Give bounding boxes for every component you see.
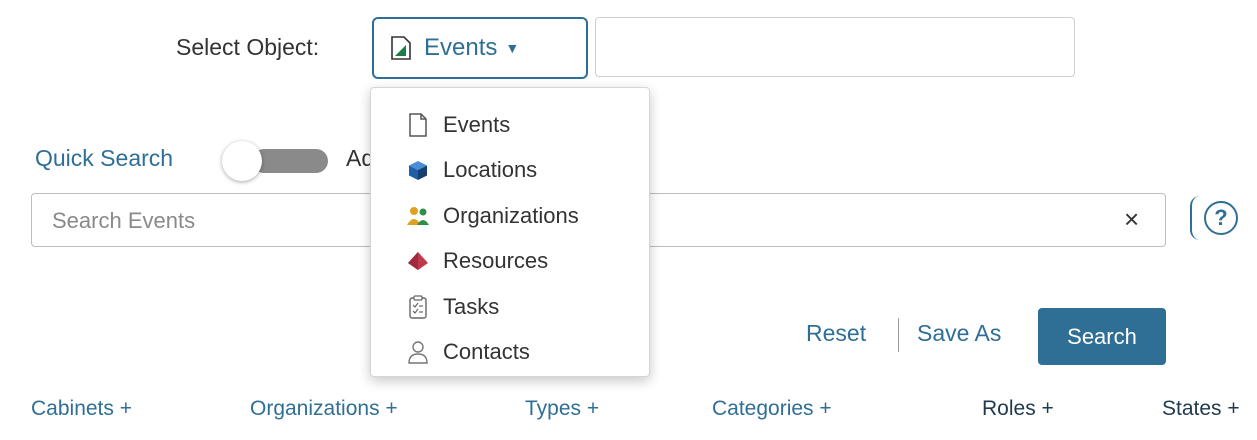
menu-item-label: Contacts (443, 339, 530, 365)
reset-link[interactable]: Reset (806, 320, 866, 347)
menu-item-organizations[interactable]: Organizations (371, 193, 649, 239)
toggle-knob (222, 141, 262, 181)
document-icon (391, 36, 411, 60)
toggle-track (252, 149, 328, 173)
filter-states[interactable]: States + (1162, 397, 1240, 421)
clipboard-icon (405, 294, 431, 320)
save-as-link[interactable]: Save As (917, 320, 1001, 347)
menu-item-resources[interactable]: Resources (371, 239, 649, 285)
filter-roles[interactable]: Roles + (982, 397, 1054, 421)
clear-search-icon[interactable]: × (1124, 204, 1139, 235)
menu-item-label: Locations (443, 157, 538, 183)
chevron-down-icon: ▼ (505, 40, 520, 56)
menu-item-label: Events (443, 111, 511, 137)
menu-item-label: Tasks (443, 293, 500, 319)
filter-categories[interactable]: Categories + (712, 397, 832, 421)
menu-item-locations[interactable]: Locations (371, 148, 649, 194)
menu-item-tasks[interactable]: Tasks (371, 284, 649, 330)
menu-item-label: Resources (443, 248, 549, 274)
object-type-menu: Events Locations Organizations Resources… (370, 87, 650, 377)
select-object-label: Select Object: (176, 34, 320, 60)
menu-item-label: Organizations (443, 202, 579, 228)
document-icon (405, 112, 431, 138)
selected-object-text: Events (424, 34, 498, 61)
menu-item-contacts[interactable]: Contacts (371, 330, 649, 376)
action-divider (898, 318, 899, 352)
filter-cabinets[interactable]: Cabinets + (31, 397, 132, 421)
menu-item-events[interactable]: Events (371, 102, 649, 148)
cube-icon (405, 157, 431, 183)
diamond-icon (405, 248, 431, 274)
filter-organizations[interactable]: Organizations + (250, 397, 398, 421)
people-icon (405, 203, 431, 229)
person-icon (405, 339, 431, 365)
help-icon[interactable]: ? (1204, 201, 1238, 235)
quick-search-label: Quick Search (35, 145, 174, 171)
secondary-input[interactable] (595, 17, 1075, 77)
search-mode-toggle[interactable] (222, 141, 332, 181)
search-button[interactable]: Search (1038, 308, 1166, 365)
object-type-dropdown[interactable]: Events ▼ (372, 17, 588, 79)
filter-types[interactable]: Types + (525, 397, 599, 421)
